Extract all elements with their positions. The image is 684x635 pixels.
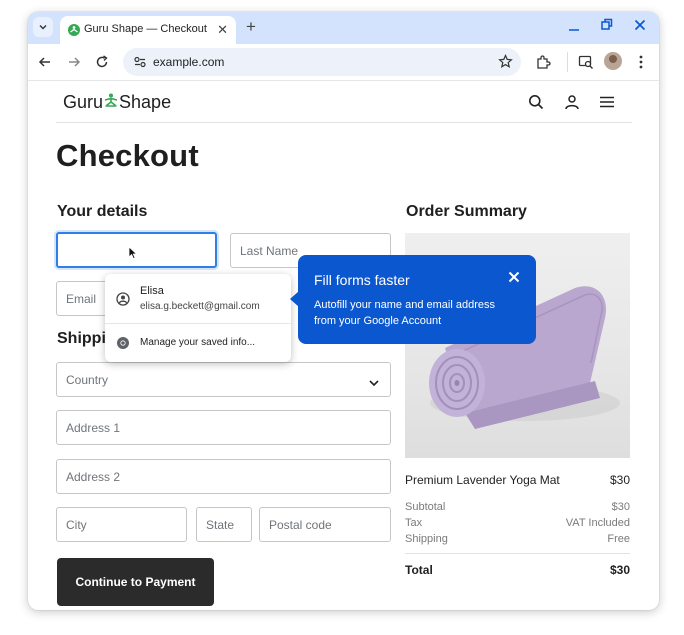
account-circle-icon	[116, 292, 130, 311]
tax-label: Tax	[405, 517, 423, 529]
product-row: Premium Lavender Yoga Mat $30	[405, 473, 630, 487]
minimize-icon[interactable]	[568, 18, 580, 37]
extensions-icon[interactable]	[534, 53, 552, 71]
fill-forms-faster-bubble: Fill forms faster Autofill your name and…	[290, 255, 536, 344]
search-icon[interactable]	[528, 94, 544, 110]
subtotal-value: $30	[611, 501, 630, 513]
tab-title: Guru Shape — Checkout	[84, 23, 207, 35]
close-icon[interactable]	[508, 270, 520, 288]
toolbar-divider	[567, 52, 568, 72]
site-header: Guru Shape	[56, 82, 632, 123]
postal-code-field[interactable]: Postal code	[259, 507, 391, 542]
summary-divider	[405, 553, 630, 554]
shipping-heading: Shippi	[57, 330, 106, 347]
page-content: Guru Shape Checkout Your details Last Na…	[28, 82, 659, 610]
autofill-email: elisa.g.beckett@gmail.com	[140, 301, 260, 312]
lens-icon[interactable]	[577, 53, 595, 71]
bubble-arrow	[290, 291, 299, 307]
continue-to-payment-button[interactable]: Continue to Payment	[57, 558, 214, 606]
chrome-icon	[116, 336, 130, 355]
guru-shape-favicon-icon	[68, 23, 80, 41]
shipping-label: Shipping	[405, 533, 448, 545]
product-name: Premium Lavender Yoga Mat	[405, 473, 560, 487]
subtotal-row: Subtotal $30	[405, 501, 630, 513]
more-menu-icon[interactable]	[632, 53, 650, 71]
page-title: Checkout	[56, 138, 199, 173]
site-logo[interactable]: Guru Shape	[63, 92, 171, 113]
address1-field[interactable]: Address 1	[56, 410, 391, 445]
shipping-row: Shipping Free	[405, 533, 630, 545]
logo-text-left: Guru	[63, 92, 104, 112]
tab-search-button[interactable]	[33, 17, 53, 37]
restore-icon[interactable]	[601, 18, 613, 37]
tax-row: Tax VAT Included	[405, 517, 630, 529]
state-field[interactable]: State	[196, 507, 252, 542]
bubble-body: Autofill your name and email address fro…	[314, 299, 495, 327]
autofill-suggestion[interactable]: Elisa elisa.g.beckett@gmail.com	[105, 274, 291, 324]
tab-strip: Guru Shape — Checkout ✕ +	[28, 12, 659, 44]
product-price: $30	[609, 473, 630, 487]
account-icon[interactable]	[564, 94, 580, 110]
url-text: example.com	[153, 55, 225, 69]
back-icon[interactable]	[36, 53, 54, 71]
total-row: Total $30	[405, 563, 630, 577]
country-select[interactable]: Country	[56, 362, 391, 397]
city-field[interactable]: City	[56, 507, 187, 542]
menu-icon[interactable]	[599, 94, 615, 110]
new-tab-icon[interactable]: +	[246, 17, 256, 37]
close-window-icon[interactable]	[634, 18, 646, 37]
chevron-down-icon	[368, 375, 380, 393]
chevron-down-icon	[39, 25, 47, 30]
active-tab[interactable]: Guru Shape — Checkout ✕	[60, 16, 236, 44]
autofill-dropdown: Elisa elisa.g.beckett@gmail.com Manage y…	[105, 274, 291, 362]
yoga-figure-icon	[104, 92, 118, 113]
reload-icon[interactable]	[93, 53, 111, 71]
site-settings-icon[interactable]	[133, 55, 147, 74]
address2-field[interactable]: Address 2	[56, 459, 391, 494]
autofill-name: Elisa	[140, 285, 164, 297]
total-label: Total	[405, 563, 433, 577]
tax-value: VAT Included	[565, 517, 630, 529]
address-bar[interactable]: example.com	[123, 48, 521, 76]
profile-avatar[interactable]	[604, 52, 622, 70]
bubble-title: Fill forms faster	[314, 272, 410, 288]
forward-icon[interactable]	[65, 53, 83, 71]
bookmark-star-icon[interactable]	[498, 53, 513, 74]
browser-toolbar: example.com	[28, 44, 659, 81]
your-details-heading: Your details	[57, 203, 148, 220]
total-value: $30	[609, 563, 630, 577]
tab-close-icon[interactable]: ✕	[217, 22, 228, 38]
mouse-cursor-icon	[128, 246, 138, 265]
order-summary-heading: Order Summary	[406, 203, 527, 220]
manage-saved-info-link[interactable]: Manage your saved info...	[140, 337, 255, 348]
browser-window: Guru Shape — Checkout ✕ + example.com Gu…	[28, 12, 659, 610]
subtotal-label: Subtotal	[405, 501, 446, 513]
shipping-value: Free	[607, 533, 630, 545]
logo-text-right: Shape	[119, 92, 172, 112]
